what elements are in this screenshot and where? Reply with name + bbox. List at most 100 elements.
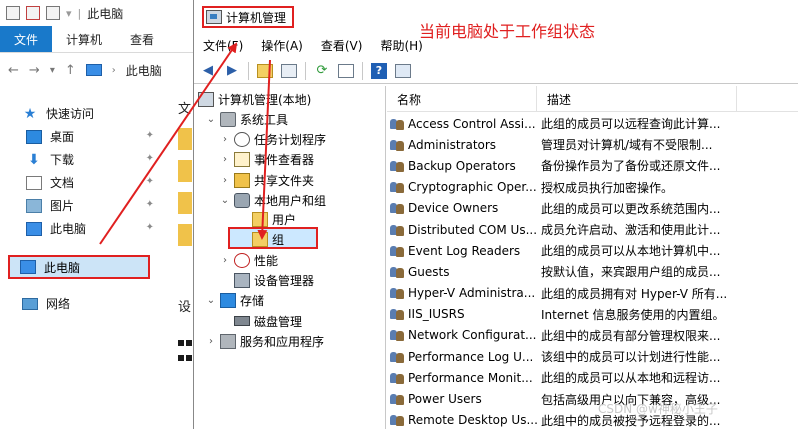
tree-item-task-scheduler[interactable]: › 任务计划程序 (220, 129, 326, 149)
help-icon[interactable]: ? (369, 61, 389, 81)
menu-file[interactable]: 文件(F) (200, 35, 246, 56)
nav-item-this-pc-selected[interactable]: 此电脑 (8, 255, 150, 279)
column-header-name[interactable]: 名称 (387, 86, 537, 112)
nav-network-section: 网络 (0, 292, 176, 315)
column-header-description[interactable]: 描述 (537, 86, 737, 112)
table-row[interactable]: Administrators 管理员对计算机/域有不受限制... (387, 134, 798, 155)
expanded-chevron-icon[interactable]: ⌄ (220, 195, 230, 206)
table-row[interactable]: Event Log Readers 此组的成员可以从本地计算机中... (387, 240, 798, 261)
up-folder-icon[interactable] (255, 61, 275, 81)
tree-item-disk-management[interactable]: 磁盘管理 (234, 311, 302, 331)
table-row[interactable]: Cryptographic Oper... 授权成员执行加密操作。 (387, 177, 798, 198)
clock-icon (234, 131, 250, 147)
refresh-icon[interactable]: ⟳ (312, 61, 332, 81)
up-arrow-icon[interactable]: ↑ (65, 63, 76, 78)
row-name-cell: Hyper-V Administra... (387, 286, 537, 300)
ribbon-tab-computer[interactable]: 计算机 (52, 26, 116, 52)
new-folder-icon[interactable] (46, 6, 60, 20)
event-viewer-icon (234, 151, 250, 167)
windows-drive-icon[interactable] (178, 340, 192, 368)
folder-icon[interactable] (178, 192, 192, 214)
breadcrumb-chevron-icon[interactable]: › (112, 65, 116, 76)
table-row[interactable]: Remote Desktop Us... 此组中的成员被授予远程登录的... (387, 410, 798, 429)
table-row[interactable]: Power Users 包括高级用户以向下兼容，高级... (387, 388, 798, 409)
group-icon (389, 117, 405, 131)
group-icon (389, 413, 405, 427)
table-row[interactable]: IIS_IUSRS Internet 信息服务使用的内置组。 (387, 304, 798, 325)
recent-chevron-icon[interactable]: ▾ (50, 65, 55, 76)
expanded-chevron-icon[interactable]: ⌄ (206, 295, 216, 306)
tree-label: 事件查看器 (254, 152, 315, 167)
ribbon-tab-file[interactable]: 文件 (0, 26, 53, 52)
forward-arrow-icon[interactable]: ▶ (222, 61, 242, 81)
tree-item-shared-folders[interactable]: › 共享文件夹 (220, 170, 314, 190)
folder-icon[interactable] (178, 160, 192, 182)
table-row[interactable]: Guests 按默认值，来宾跟用户组的成员... (387, 261, 798, 282)
tree-item-device-manager[interactable]: 设备管理器 (234, 270, 314, 290)
tree-item-storage[interactable]: ⌄ 存储 (206, 290, 264, 310)
tree-item-performance[interactable]: › 性能 (220, 250, 278, 270)
table-row[interactable]: Hyper-V Administra... 此组的成员拥有对 Hyper-V 所有… (387, 283, 798, 304)
properties-check-icon[interactable] (26, 6, 40, 20)
back-arrow-icon[interactable]: ◀ (198, 61, 218, 81)
nav-item-this-pc-pinned[interactable]: 此电脑 ✦ (0, 217, 176, 240)
show-hide-tree-icon[interactable] (279, 61, 299, 81)
table-row[interactable]: Performance Monit... 此组的成员可以从本地和远程访... (387, 367, 798, 388)
nav-item-pictures[interactable]: 图片 ✦ (0, 194, 176, 217)
tree-item-groups[interactable]: 组 (252, 229, 284, 249)
table-row[interactable]: Network Configurat... 此组中的成员有部分管理权限来... (387, 325, 798, 346)
collapsed-chevron-icon[interactable]: › (220, 154, 230, 165)
tree-item-root[interactable]: 计算机管理(本地) (198, 89, 311, 109)
table-row[interactable]: Performance Log U... 该组中的成员可以计划进行性能... (387, 346, 798, 367)
collapsed-chevron-icon[interactable]: › (220, 175, 230, 186)
shared-folder-icon (234, 172, 250, 188)
collapsed-chevron-icon[interactable]: › (220, 134, 230, 145)
menu-view[interactable]: 查看(V) (318, 35, 366, 56)
forward-arrow-icon[interactable]: → (29, 63, 40, 78)
row-description: 授权成员执行加密操作。 (541, 180, 674, 195)
tree-label: 计算机管理(本地) (218, 92, 312, 107)
folder-icon[interactable] (178, 128, 192, 150)
nav-item-network[interactable]: 网络 (0, 292, 176, 315)
collapsed-chevron-icon[interactable]: › (220, 255, 230, 266)
tree-item-system-tools[interactable]: ⌄ 系统工具 (206, 109, 288, 129)
row-name: Power Users (408, 392, 482, 407)
mmc-console-tree: 计算机管理(本地) ⌄ 系统工具 › 任务计划程序 › 事件查看器 › 共享文件… (194, 86, 386, 429)
customize-toolbar-chevron-icon[interactable]: ▾ (66, 7, 72, 20)
tree-label: 组 (272, 232, 285, 247)
menu-help[interactable]: 帮助(H) (377, 35, 425, 56)
table-row[interactable]: Device Owners 此组的成员可以更改系统范围内... (387, 198, 798, 219)
export-list-icon[interactable] (336, 61, 356, 81)
pin-icon: ✦ (145, 199, 154, 210)
nav-item-downloads[interactable]: ⬇ 下载 ✦ (0, 148, 176, 171)
properties-pane-icon[interactable] (393, 61, 413, 81)
collapsed-chevron-icon[interactable]: › (206, 336, 216, 347)
table-row[interactable]: Distributed COM Us... 成员允许启动、激活和使用此计... (387, 219, 798, 240)
row-name: Distributed COM Us... (408, 222, 537, 237)
expanded-chevron-icon[interactable]: ⌄ (206, 114, 216, 125)
table-row[interactable]: Backup Operators 备份操作员为了备份或还原文件... (387, 155, 798, 176)
nav-item-documents[interactable]: 文档 ✦ (0, 171, 176, 194)
table-row[interactable]: Access Control Assi... 此组的成员可以远程查询此计算... (387, 113, 798, 134)
tree-item-users[interactable]: 用户 (252, 209, 296, 229)
row-name-cell: IIS_IUSRS (387, 307, 537, 321)
nav-item-desktop[interactable]: 桌面 ✦ (0, 125, 176, 148)
performance-icon (234, 252, 250, 268)
quick-access-toolbar-icon[interactable] (6, 6, 20, 20)
back-arrow-icon[interactable]: ← (8, 63, 19, 78)
explorer-ribbon: 文件 计算机 查看 (0, 26, 194, 52)
tree-item-event-viewer[interactable]: › 事件查看器 (220, 149, 314, 169)
list-header: 名称 描述 (387, 86, 798, 112)
desktop-icon (26, 129, 42, 144)
ribbon-tab-view[interactable]: 查看 (116, 26, 168, 52)
watermark: CSDN @w神秘小王子 (598, 402, 718, 416)
folder-icon[interactable] (178, 224, 192, 246)
address-location[interactable]: 此电脑 (126, 62, 162, 79)
menu-action[interactable]: 操作(A) (258, 35, 306, 56)
explorer-address-bar: ← → ▾ ↑ › 此电脑 (0, 56, 194, 84)
nav-quick-access[interactable]: ★ 快速访问 (0, 102, 176, 125)
row-name-cell: Cryptographic Oper... (387, 180, 537, 194)
tree-item-local-users-groups[interactable]: ⌄ 本地用户和组 (220, 190, 326, 210)
pin-icon: ✦ (145, 153, 154, 164)
tree-item-services-apps[interactable]: › 服务和应用程序 (206, 331, 324, 351)
